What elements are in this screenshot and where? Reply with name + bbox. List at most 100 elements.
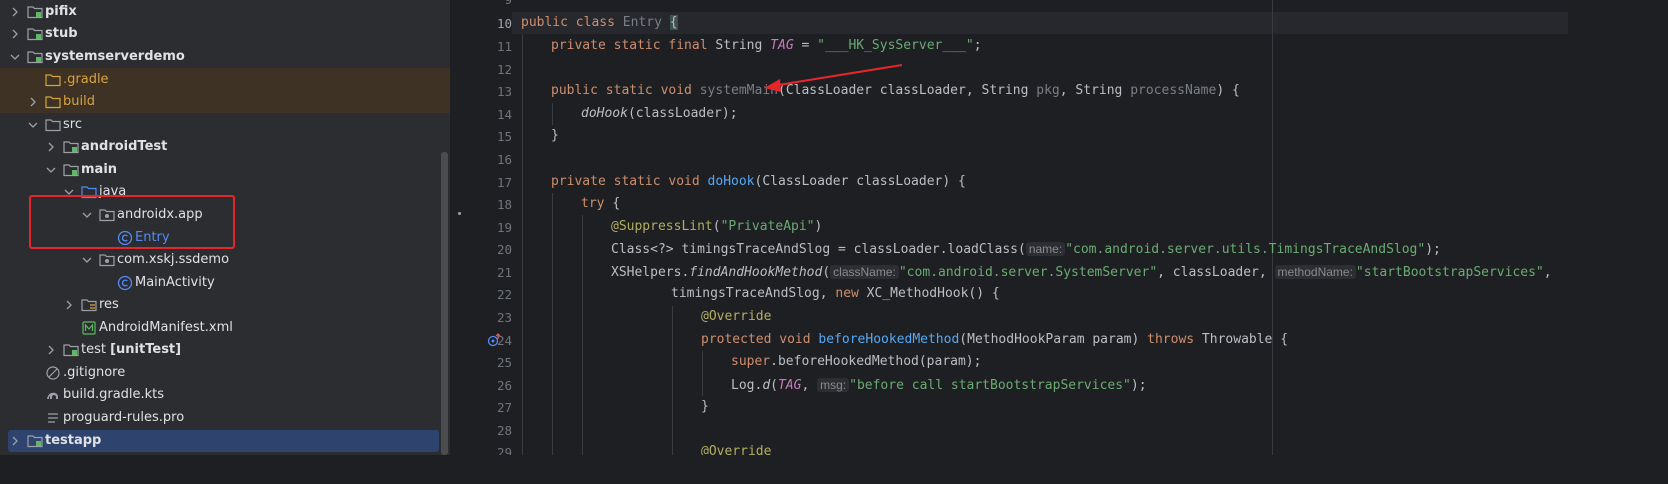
code-token: } xyxy=(701,399,709,414)
chevron-down-icon[interactable] xyxy=(27,119,39,131)
code-token: @SuppressLint xyxy=(611,219,713,234)
line-number: 28 xyxy=(496,423,512,438)
code-line-21: XSHelpers.findAndHookMethod(className: "c… xyxy=(611,261,1552,283)
code-token: "com.android.server.utils.TimingsTraceAn… xyxy=(1065,242,1426,257)
manifest-icon xyxy=(82,321,96,335)
red-highlight-box xyxy=(29,195,235,249)
tree-item-label: .gradle xyxy=(63,72,109,87)
code-token: findAndHookMethod xyxy=(689,265,823,280)
code-token: (classLoader); xyxy=(627,106,738,121)
chevron-right-icon[interactable] xyxy=(63,299,75,311)
tree-item-gitignore[interactable]: .gitignore xyxy=(0,362,450,384)
gitignore-icon xyxy=(46,366,60,380)
tree-item-build-gradle-kts[interactable]: build.gradle.kts xyxy=(0,384,450,406)
gradle-file-icon xyxy=(47,392,58,399)
line-number: 18 xyxy=(496,197,512,212)
red-arrow-annotation xyxy=(764,64,903,92)
chevron-down-icon[interactable] xyxy=(9,51,21,63)
code-token: private static final xyxy=(551,38,708,53)
tree-item-androidtest[interactable]: androidTest xyxy=(0,136,450,158)
code-line-18: try { xyxy=(581,193,620,215)
code-token: Log. xyxy=(731,378,763,393)
tree-item-mainactivity[interactable]: MainActivity xyxy=(0,272,450,294)
tree-item-src[interactable]: src xyxy=(0,114,450,136)
line-number: 11 xyxy=(496,39,512,54)
code-token: TAG xyxy=(770,38,794,53)
tree-item-build[interactable]: build xyxy=(0,91,450,113)
module-folder-icon xyxy=(27,51,43,64)
parameter-hint: name: xyxy=(1025,242,1066,256)
code-line-22: timingsTraceAndSlog, new XC_MethodHook()… xyxy=(671,283,1000,305)
fold-marker-dot xyxy=(458,212,461,215)
code-line-29: @Override xyxy=(701,441,771,455)
chevron-right-icon[interactable] xyxy=(45,344,57,356)
chevron-right-icon[interactable] xyxy=(9,6,21,18)
code-line-15: } xyxy=(551,125,559,147)
tree-item-pifix[interactable]: pifix xyxy=(0,1,450,23)
line-number: 16 xyxy=(496,152,512,167)
tree-item-label: res xyxy=(99,297,119,312)
code-token: d xyxy=(762,378,771,393)
chevron-right-icon[interactable] xyxy=(9,28,21,40)
line-number-gutter: 9 10 11 12 13 14 15 16 17 18 19 20 21 22… xyxy=(450,0,512,455)
code-line-19: @SuppressLint("PrivateApi") xyxy=(611,216,822,238)
tree-item-systemserverdemo[interactable]: systemserverdemo xyxy=(0,46,450,68)
code-token: Entry xyxy=(622,15,662,30)
line-number: 29 xyxy=(496,445,512,455)
code-token: { xyxy=(669,15,678,30)
resource-folder-icon xyxy=(81,299,97,312)
code-token: XC_MethodHook() { xyxy=(858,286,1000,301)
folder-icon xyxy=(45,119,61,132)
line-number: 21 xyxy=(496,265,512,280)
chevron-right-icon[interactable] xyxy=(45,141,57,153)
code-token: , xyxy=(1543,265,1552,280)
module-folder-icon xyxy=(27,435,43,448)
tree-item-label: test [unitTest] xyxy=(81,342,181,358)
code-line-27: } xyxy=(701,396,709,418)
code-token: try xyxy=(581,196,605,211)
line-number: 20 xyxy=(496,242,512,257)
parameter-hint: methodName: xyxy=(1274,265,1356,279)
tree-item-suffix: [unitTest] xyxy=(110,342,182,357)
code-editor[interactable]: 9 10 11 12 13 14 15 16 17 18 19 20 21 22… xyxy=(450,0,1568,455)
tree-item-main[interactable]: main xyxy=(0,159,450,181)
tree-item-label: systemserverdemo xyxy=(45,49,185,64)
code-token: @Override xyxy=(701,444,772,455)
code-token: ); xyxy=(1425,242,1441,257)
code-token: ; xyxy=(973,38,982,53)
line-number: 14 xyxy=(496,107,512,122)
line-number: 22 xyxy=(496,287,512,302)
tree-item-res[interactable]: res xyxy=(0,294,450,316)
project-tree-panel: pifix stub systemserverdemo .gradle buil… xyxy=(0,0,450,455)
tree-item-label: pifix xyxy=(45,4,77,19)
chevron-down-icon[interactable] xyxy=(45,164,57,176)
tree-item-proguard-rules[interactable]: proguard-rules.pro xyxy=(0,407,450,429)
module-folder-icon xyxy=(63,141,79,154)
indent-guide xyxy=(552,103,553,125)
line-number: 12 xyxy=(496,62,512,77)
indent-guide xyxy=(582,215,583,455)
folder-icon xyxy=(45,96,61,109)
tree-item-label: build xyxy=(63,94,95,109)
line-number: 24 xyxy=(496,333,512,348)
tree-item-test[interactable]: test [unitTest] xyxy=(0,339,450,361)
chevron-right-icon[interactable] xyxy=(9,435,21,447)
code-token: "startBootstrapServices" xyxy=(1355,265,1544,280)
chevron-right-icon[interactable] xyxy=(27,96,39,108)
module-folder-icon xyxy=(63,344,79,357)
code-token: super xyxy=(731,354,771,369)
override-gutter-icon[interactable] xyxy=(487,333,503,347)
code-line-20: Class<?> timingsTraceAndSlog = classLoad… xyxy=(611,238,1441,260)
tree-item-testapp[interactable]: testapp xyxy=(0,430,450,452)
tree-item-com-xskj-ssdemo[interactable]: com.xskj.ssdemo xyxy=(0,249,450,271)
tree-scrollbar[interactable] xyxy=(441,152,448,455)
tree-item-label: build.gradle.kts xyxy=(63,387,165,402)
line-number: 10 xyxy=(496,16,512,31)
code-token: doHook xyxy=(707,174,755,189)
tree-item-androidmanifest[interactable]: AndroidManifest.xml xyxy=(0,317,450,339)
tree-item-label: stub xyxy=(45,26,78,41)
chevron-down-icon[interactable] xyxy=(81,254,93,266)
tree-item-label: src xyxy=(63,117,82,132)
tree-item-stub[interactable]: stub xyxy=(0,23,450,45)
tree-item-gradle-folder[interactable]: .gradle xyxy=(0,69,450,91)
